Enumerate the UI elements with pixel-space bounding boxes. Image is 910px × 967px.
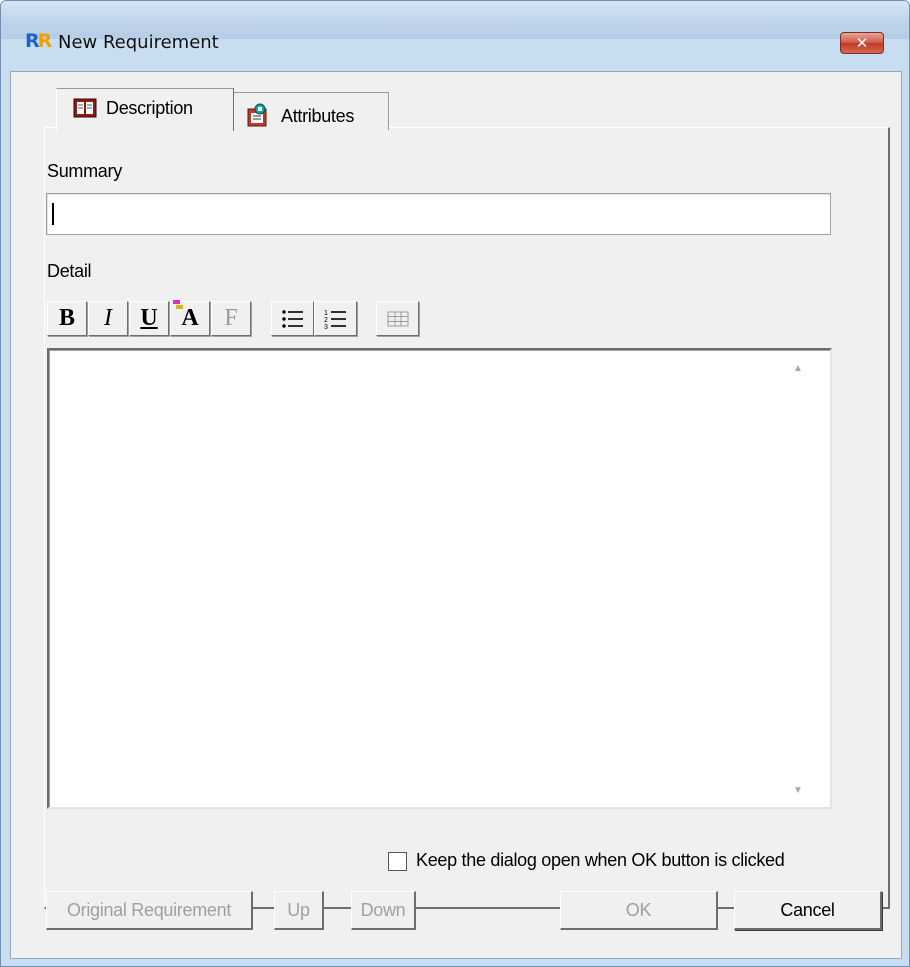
bold-button[interactable]: B — [47, 301, 87, 336]
font-color-button[interactable]: A — [170, 300, 210, 336]
keep-open-checkbox[interactable] — [388, 852, 407, 871]
numbered-list-button[interactable]: 1 2 3 — [314, 301, 357, 336]
summary-label: Summary — [47, 161, 122, 181]
font-button[interactable]: F — [211, 301, 251, 336]
dialog-client-area: Description Attributes Summary Detail B … — [10, 71, 902, 959]
cancel-button[interactable]: Cancel — [734, 891, 882, 930]
svg-text:1: 1 — [324, 310, 328, 317]
keep-open-label[interactable]: Keep the dialog open when OK button is c… — [416, 850, 785, 871]
table-icon — [387, 311, 408, 327]
ok-button[interactable]: OK — [560, 891, 718, 930]
attributes-clipboard-icon — [245, 102, 271, 133]
insert-table-button[interactable] — [376, 301, 419, 336]
detail-label: Detail — [47, 261, 92, 281]
scroll-down-arrow-icon[interactable]: ▼ — [791, 784, 805, 798]
font-color-letter: A — [181, 305, 199, 331]
bullet-list-icon — [281, 310, 303, 329]
window-title: New Requirement — [58, 32, 219, 53]
down-button[interactable]: Down — [351, 891, 416, 930]
up-button[interactable]: Up — [274, 891, 324, 930]
underline-button[interactable]: U — [129, 301, 169, 336]
detail-editor[interactable] — [47, 348, 832, 809]
tab-attributes[interactable]: Attributes — [232, 92, 389, 130]
original-requirement-button[interactable]: Original Requirement — [46, 891, 253, 930]
tab-description[interactable]: Description — [56, 88, 234, 131]
italic-button[interactable]: I — [88, 301, 128, 336]
scroll-up-arrow-icon[interactable]: ▲ — [791, 362, 805, 376]
numbered-list-icon: 1 2 3 — [324, 310, 346, 331]
font-color-icon: A — [173, 300, 199, 335]
svg-text:3: 3 — [324, 324, 328, 330]
requirements-app-icon: RR — [25, 30, 52, 52]
bullet-list-button[interactable] — [271, 301, 314, 336]
svg-text:2: 2 — [324, 317, 328, 324]
tab-attributes-label: Attributes — [281, 106, 355, 126]
tab-description-label: Description — [106, 98, 193, 118]
text-caret — [52, 203, 54, 225]
new-requirement-dialog: RR New Requirement ✕ Description Attribu… — [0, 0, 910, 967]
close-button[interactable]: ✕ — [840, 32, 884, 54]
description-book-icon — [73, 98, 97, 123]
summary-input[interactable] — [46, 193, 831, 235]
